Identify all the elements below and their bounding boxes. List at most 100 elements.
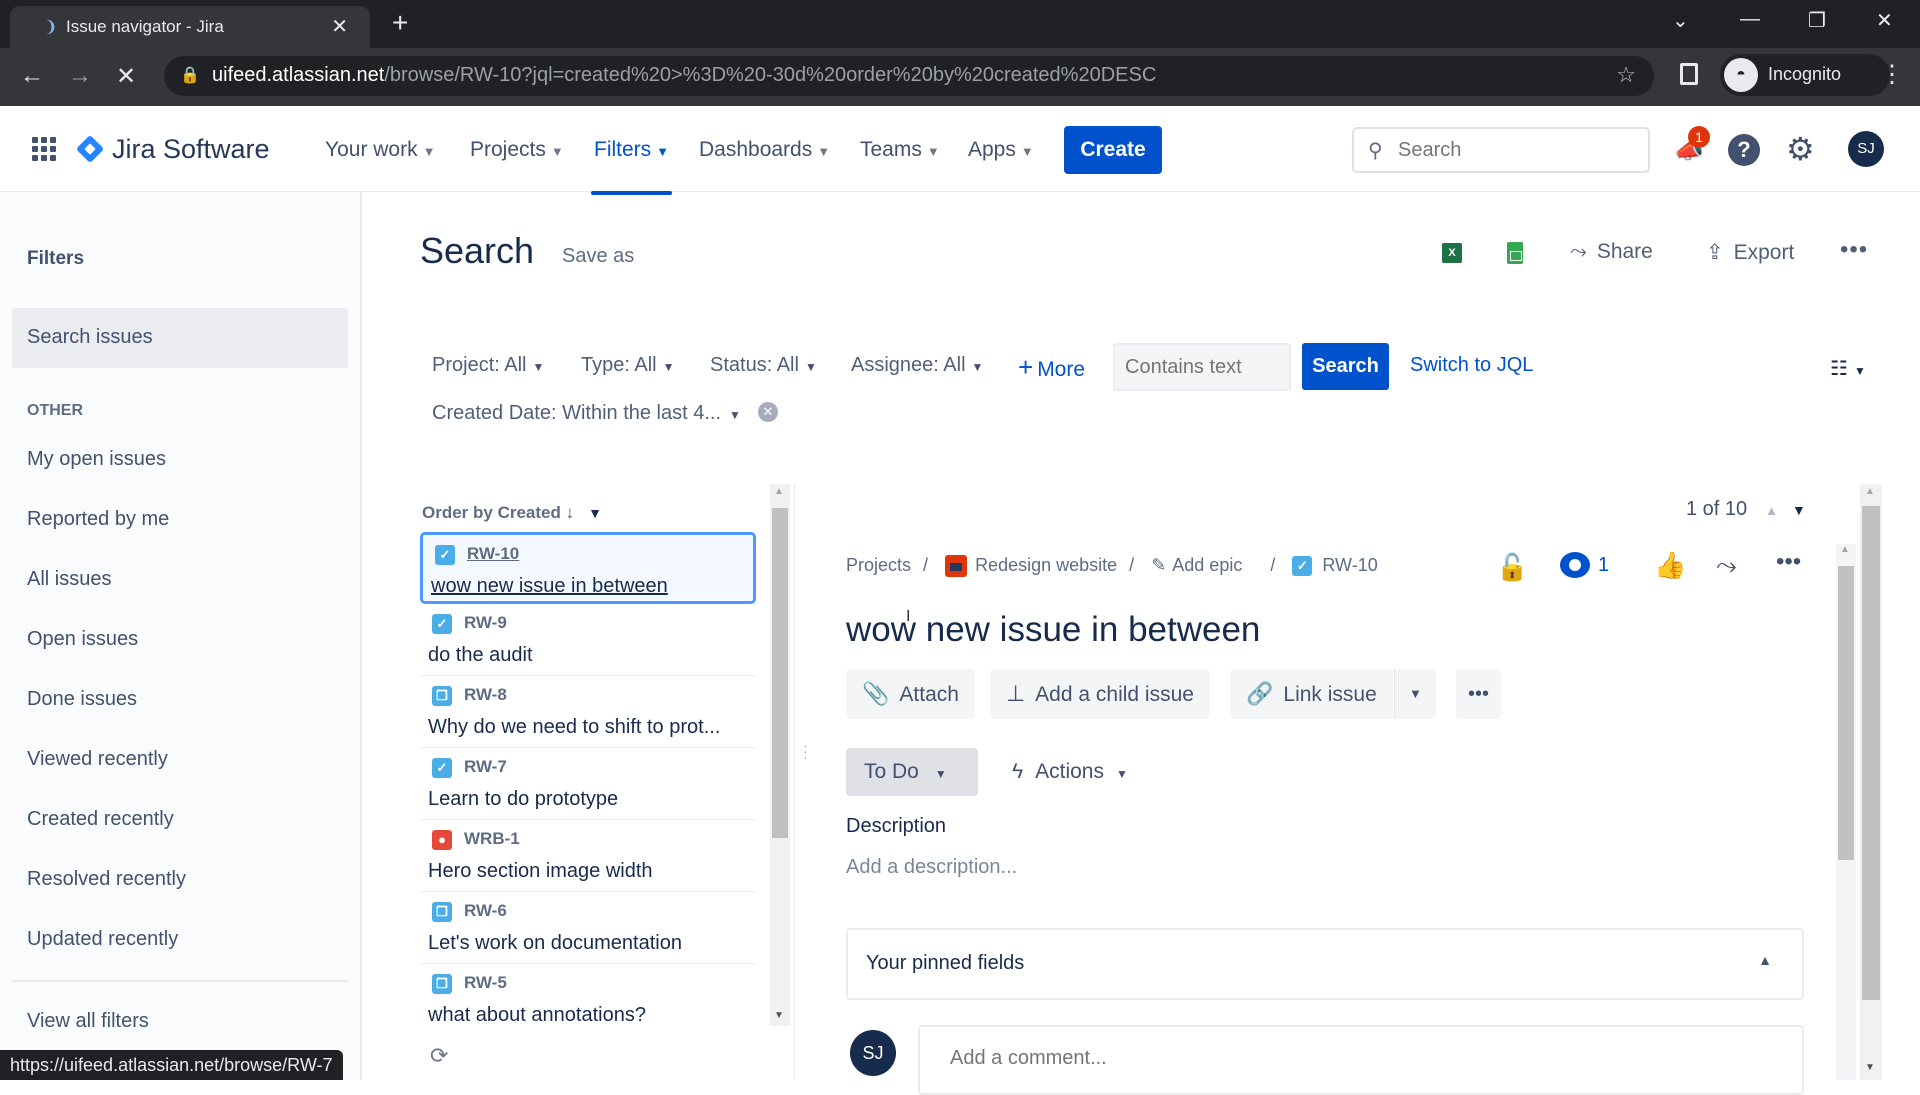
url-input[interactable]: 🔒 uifeed.atlassian.net/browse/RW-10?jql=… — [164, 56, 1654, 96]
tab-search-icon[interactable]: ⌄ — [1672, 8, 1689, 33]
app-switcher-icon[interactable] — [32, 137, 56, 161]
issue-list-item[interactable]: ❐ RW-5 what about annotations? — [420, 964, 756, 1032]
settings-gear-icon[interactable]: ⚙ — [1786, 130, 1815, 168]
incognito-profile-button[interactable]: ◓ Incognito — [1720, 54, 1890, 96]
attach-button[interactable]: 📎 Attach — [846, 669, 975, 719]
nav-dashboards[interactable]: Dashboards ▼ — [699, 138, 830, 162]
issue-key[interactable]: RW-10 — [467, 544, 519, 564]
scrollbar-thumb[interactable] — [1838, 566, 1854, 860]
scrollbar-thumb[interactable] — [1862, 506, 1880, 1000]
actions-dropdown[interactable]: ϟ Actions ▼ — [1012, 748, 1128, 796]
issue-list-item[interactable]: ❐ RW-6 Let's work on documentation — [420, 892, 756, 964]
breadcrumb-project[interactable]: Redesign website — [975, 555, 1117, 575]
browser-tab[interactable]: ❩ Issue navigator - Jira ✕ — [10, 6, 370, 48]
scroll-down-icon[interactable]: ▼ — [774, 1010, 784, 1021]
more-filters-button[interactable]: + More — [1018, 352, 1085, 383]
issue-list-item[interactable]: ✓ RW-7 Learn to do prototype — [420, 748, 756, 820]
nav-your-work[interactable]: Your work ▼ — [325, 138, 435, 162]
tab-close-icon[interactable]: ✕ — [331, 14, 348, 39]
order-by-button[interactable]: Order by Created ↓ ▼ — [422, 503, 602, 523]
export-button[interactable]: ⇪ Export — [1706, 240, 1794, 265]
contains-text-field[interactable] — [1113, 343, 1291, 391]
scroll-up-icon[interactable]: ▲ — [1840, 544, 1850, 555]
layout-toggle[interactable]: ☷ ▼ — [1830, 356, 1866, 381]
minimize-icon[interactable]: — — [1740, 8, 1760, 31]
more-options-icon[interactable]: ••• — [1840, 236, 1868, 264]
issue-list-item[interactable]: ● WRB-1 Hero section image width — [420, 820, 756, 892]
issue-list-scrollbar[interactable]: ▲ ▼ — [770, 484, 790, 1026]
share-icon[interactable]: ⤳ — [1716, 550, 1737, 582]
help-icon[interactable]: ? — [1728, 134, 1760, 166]
lock-icon[interactable]: 🔒 — [180, 65, 200, 85]
sidebar-item-viewed-recently[interactable]: Viewed recently — [27, 748, 168, 771]
comment-input[interactable] — [950, 1047, 1750, 1070]
thumbs-up-icon[interactable]: 👍 — [1654, 550, 1686, 581]
previous-issue-icon[interactable]: ▲ — [1765, 503, 1778, 518]
nav-teams[interactable]: Teams ▼ — [860, 138, 940, 162]
add-child-issue-button[interactable]: ⊥ Add a child issue — [990, 669, 1210, 719]
sidebar-item-open-issues[interactable]: Open issues — [27, 628, 138, 651]
clear-filter-icon[interactable]: ✕ — [758, 402, 778, 422]
contains-text-input[interactable] — [1125, 356, 1275, 379]
refresh-icon[interactable]: ⟳ — [430, 1043, 448, 1069]
pinned-fields-panel[interactable]: Your pinned fields ▲ — [846, 928, 1804, 1000]
project-filter[interactable]: Project: All ▼ — [432, 354, 544, 377]
next-issue-icon[interactable]: ▼ — [1792, 502, 1806, 518]
excel-export-icon[interactable]: X — [1442, 243, 1462, 263]
breadcrumb-issue-key[interactable]: RW-10 — [1322, 555, 1377, 575]
detail-scrollbar[interactable]: ▲ — [1836, 544, 1856, 1080]
unlock-icon[interactable]: 🔓 — [1496, 552, 1528, 583]
nav-projects[interactable]: Projects ▼ — [470, 138, 564, 162]
search-button[interactable]: Search — [1302, 343, 1389, 390]
resize-handle[interactable]: · · · — [803, 738, 808, 764]
create-button[interactable]: Create — [1064, 126, 1162, 174]
sidebar-item-all-issues[interactable]: All issues — [27, 568, 111, 591]
view-all-filters-link[interactable]: View all filters — [27, 1010, 149, 1033]
issue-list-item[interactable]: ❐ RW-8 Why do we need to shift to prot..… — [420, 676, 756, 748]
sidebar-item-done-issues[interactable]: Done issues — [27, 688, 137, 711]
sidebar-item-my-open-issues[interactable]: My open issues — [27, 448, 166, 471]
nav-apps[interactable]: Apps ▼ — [968, 138, 1034, 162]
window-close-icon[interactable]: ✕ — [1876, 8, 1893, 33]
scroll-up-icon[interactable]: ▲ — [774, 486, 784, 497]
issue-list-item[interactable]: ✓ RW-10 wow new issue in between — [420, 532, 756, 604]
stop-loading-icon[interactable]: ✕ — [116, 62, 136, 91]
status-dropdown[interactable]: To Do ▼ — [846, 748, 978, 796]
side-panel-icon[interactable] — [1680, 63, 1698, 85]
scroll-up-icon[interactable]: ▲ — [1865, 486, 1875, 497]
breadcrumb-projects[interactable]: Projects — [846, 555, 911, 575]
status-filter[interactable]: Status: All ▼ — [710, 354, 817, 377]
global-search[interactable]: ⚲ — [1352, 127, 1650, 173]
comment-field[interactable] — [918, 1025, 1804, 1095]
description-input[interactable]: Add a description... — [846, 856, 1017, 879]
issue-summary[interactable]: wow new issue in between — [431, 575, 668, 598]
watch-button[interactable]: 1 — [1560, 552, 1609, 578]
add-epic-link[interactable]: Add epic — [1172, 555, 1242, 575]
issue-list-item[interactable]: ✓ RW-9 do the audit — [420, 604, 756, 676]
back-icon[interactable]: ← — [20, 62, 44, 90]
switch-to-jql-link[interactable]: Switch to JQL — [1410, 354, 1533, 377]
sidebar-item-search-issues[interactable]: Search issues — [12, 308, 348, 368]
forward-icon[interactable]: → — [68, 62, 92, 90]
browser-menu-icon[interactable]: ⋮ — [1880, 60, 1904, 89]
sidebar-item-resolved-recently[interactable]: Resolved recently — [27, 868, 186, 891]
chevron-up-icon[interactable]: ▲ — [1758, 952, 1772, 968]
type-filter[interactable]: Type: All ▼ — [581, 354, 675, 377]
scrollbar-thumb[interactable] — [772, 508, 788, 838]
google-sheets-icon[interactable] — [1507, 242, 1523, 264]
nav-filters[interactable]: Filters ▼ — [590, 138, 673, 195]
sidebar-item-created-recently[interactable]: Created recently — [27, 808, 174, 831]
created-date-filter[interactable]: Created Date: Within the last 4... ▼ — [432, 402, 741, 425]
share-button[interactable]: ⤳ Share — [1570, 240, 1653, 264]
bookmark-star-icon[interactable]: ☆ — [1616, 62, 1636, 88]
assignee-filter[interactable]: Assignee: All ▼ — [851, 354, 983, 377]
scroll-down-icon[interactable]: ▼ — [1865, 1062, 1875, 1073]
sidebar-item-updated-recently[interactable]: Updated recently — [27, 928, 178, 951]
link-issue-button[interactable]: 🔗 Link issue — [1230, 669, 1393, 719]
user-avatar[interactable]: SJ — [1848, 131, 1884, 167]
link-issue-dropdown[interactable]: ▼ — [1394, 669, 1436, 719]
notifications-button[interactable]: 📣 1 — [1672, 126, 1710, 168]
more-options-icon[interactable]: ••• — [1776, 548, 1801, 576]
new-tab-button[interactable]: + — [392, 7, 408, 39]
page-scrollbar[interactable]: ▲ ▼ — [1860, 484, 1882, 1080]
